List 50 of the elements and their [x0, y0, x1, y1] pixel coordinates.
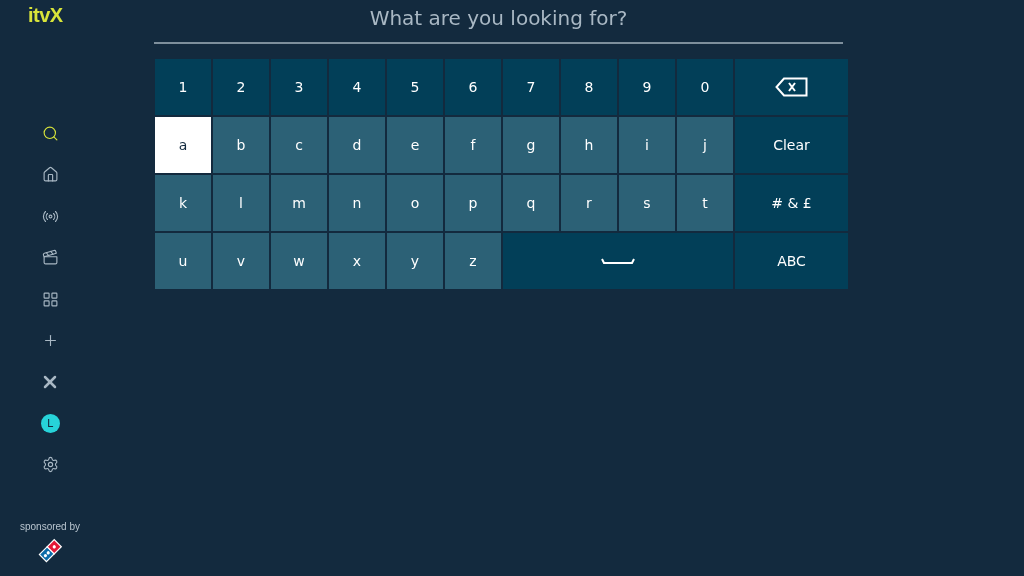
sponsor-logo: [37, 538, 63, 564]
keyboard-key[interactable]: r: [561, 175, 617, 231]
keyboard-key[interactable]: q: [503, 175, 559, 231]
keyboard-key[interactable]: Clear: [735, 117, 848, 173]
keyboard-key[interactable]: d: [329, 117, 385, 173]
logo: itvX: [28, 4, 63, 27]
space-icon: [601, 257, 635, 265]
keyboard-key[interactable]: 1: [155, 59, 211, 115]
profile-avatar[interactable]: L: [40, 413, 60, 433]
keyboard-key[interactable]: j: [677, 117, 733, 173]
keyboard-key[interactable]: n: [329, 175, 385, 231]
keyboard-key[interactable]: 9: [619, 59, 675, 115]
keyboard-key[interactable]: t: [677, 175, 733, 231]
keyboard-key[interactable]: # & £: [735, 175, 848, 231]
keyboard-key[interactable]: 4: [329, 59, 385, 115]
keyboard-key[interactable]: e: [387, 117, 443, 173]
keyboard-key[interactable]: v: [213, 233, 269, 289]
keyboard-key[interactable]: m: [271, 175, 327, 231]
keyboard-key[interactable]: o: [387, 175, 443, 231]
keyboard-key[interactable]: b: [213, 117, 269, 173]
keyboard-key[interactable]: 7: [503, 59, 559, 115]
keyboard-key[interactable]: z: [445, 233, 501, 289]
categories-icon[interactable]: [40, 289, 60, 309]
keyboard-key[interactable]: h: [561, 117, 617, 173]
backspace-key[interactable]: [735, 59, 848, 115]
keyboard-key[interactable]: k: [155, 175, 211, 231]
sponsor-label: sponsored by: [19, 521, 80, 532]
keyboard-key[interactable]: f: [445, 117, 501, 173]
keyboard-key[interactable]: 0: [677, 59, 733, 115]
films-icon[interactable]: [40, 247, 60, 268]
keyboard-key[interactable]: y: [387, 233, 443, 289]
keyboard-key[interactable]: p: [445, 175, 501, 231]
keyboard-key[interactable]: s: [619, 175, 675, 231]
keyboard-key[interactable]: 8: [561, 59, 617, 115]
keyboard-key[interactable]: 6: [445, 59, 501, 115]
keyboard-key[interactable]: c: [271, 117, 327, 173]
home-icon[interactable]: [40, 164, 60, 185]
keyboard-key[interactable]: a: [155, 117, 211, 173]
backspace-icon: [775, 77, 808, 97]
keyboard-key[interactable]: x: [329, 233, 385, 289]
keyboard-key[interactable]: w: [271, 233, 327, 289]
keyboard-key[interactable]: 5: [387, 59, 443, 115]
keyboard-key[interactable]: ABC: [735, 233, 848, 289]
keyboard-key[interactable]: 2: [213, 59, 269, 115]
keyboard-key[interactable]: l: [213, 175, 269, 231]
keyboard-key[interactable]: i: [619, 117, 675, 173]
keyboard-key[interactable]: u: [155, 233, 211, 289]
keyboard-key[interactable]: g: [503, 117, 559, 173]
keyboard-key[interactable]: 3: [271, 59, 327, 115]
search-field[interactable]: What are you looking for?: [154, 0, 843, 44]
